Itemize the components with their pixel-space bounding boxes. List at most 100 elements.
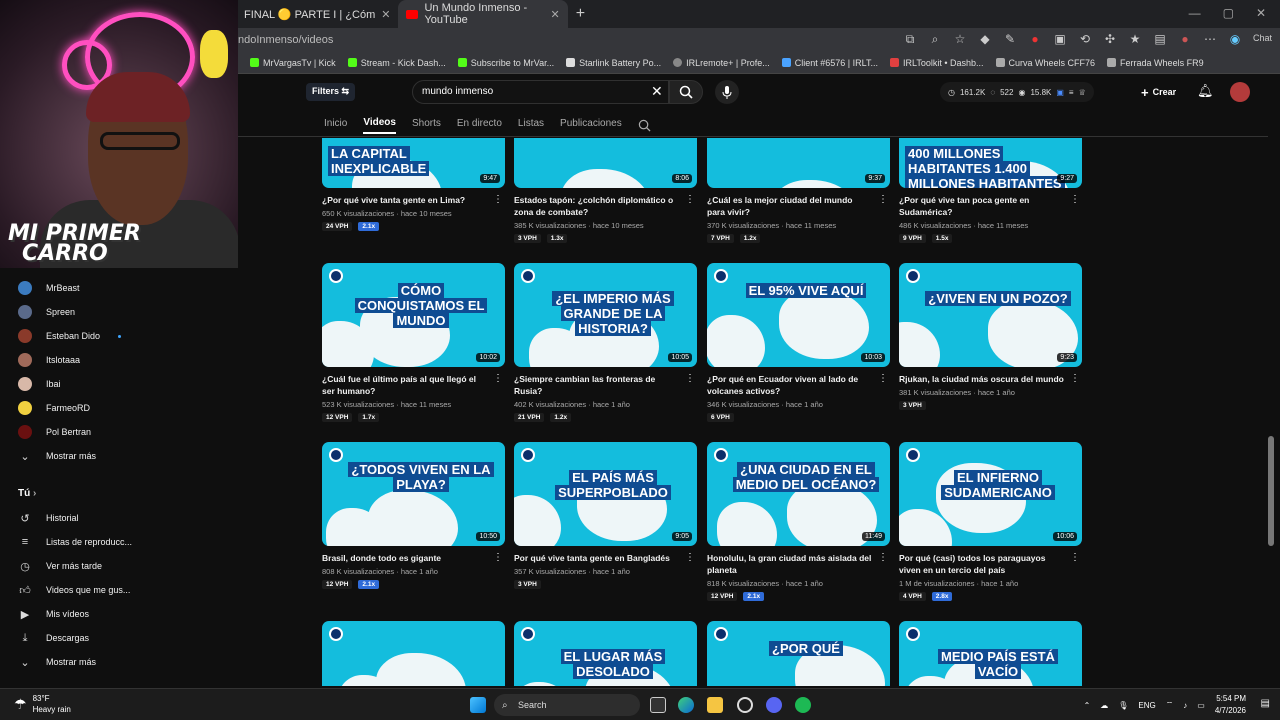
clock[interactable]: 5:54 PM 4/7/2026 <box>1215 693 1246 717</box>
video-thumbnail[interactable]: MEDIO PAÍS ESTÁ VACÍO <box>899 621 1082 686</box>
copilot-icon[interactable]: ◉ <box>1228 32 1242 47</box>
video-card[interactable]: ¿POR QUÉ <box>707 621 890 686</box>
video-card[interactable]: ¿TODOS VIVEN EN LA PLAYA? 10:50 Brasil, do… <box>322 442 505 589</box>
video-thumbnail[interactable]: LA CAPITAL INEXPLICABLE 9:47 <box>322 138 505 188</box>
video-card[interactable]: MEDIO PAÍS ESTÁ VACÍO <box>899 621 1082 686</box>
spotify-icon[interactable] <box>795 697 811 713</box>
more-options-icon[interactable]: ⋮ <box>1070 194 1080 205</box>
profile-avatar[interactable]: ● <box>1178 32 1192 47</box>
collections-icon[interactable]: ▤ <box>1153 32 1167 47</box>
app-icon[interactable] <box>737 697 753 713</box>
sidebar-item-subscription[interactable]: Esteban Dido <box>0 324 238 348</box>
browser-tab-1[interactable]: FINAL 🟡 PARTE I | ¿Cóm ✕ <box>236 0 398 28</box>
sidebar-item-subscription[interactable]: Pol Bertran <box>0 420 238 444</box>
notifications-bell-icon[interactable]: 🔔︎ <box>1197 83 1214 99</box>
tab-shorts[interactable]: Shorts <box>412 112 441 134</box>
show-more-subscriptions[interactable]: ⌄ Mostrar más <box>0 444 238 468</box>
filters-button[interactable]: Filters ⇆ <box>306 83 356 101</box>
sidebar-item-subscription[interactable]: Spreen <box>0 300 238 324</box>
favorites-icon[interactable]: ★ <box>1128 32 1142 47</box>
video-card[interactable]: 8:06 Estados tapón: ¿colchón diplomático … <box>514 138 697 243</box>
bookmark-item[interactable]: Ferrada Wheels FR9 <box>1107 58 1204 68</box>
tab-listas[interactable]: Listas <box>518 112 544 134</box>
video-title[interactable]: Rjukan, la ciudad más oscura del mundo <box>899 373 1064 385</box>
extension-icon[interactable]: ⟲ <box>1078 32 1092 47</box>
video-title[interactable]: ¿Cuál fue el último país al que llegó el… <box>322 373 487 397</box>
video-card[interactable]: LA CAPITAL INEXPLICABLE 9:47 ¿Por qué vive… <box>322 138 505 231</box>
page-scrollbar[interactable] <box>1268 136 1274 688</box>
video-thumbnail[interactable]: 9:37 <box>707 138 890 188</box>
clear-search-icon[interactable]: ✕ <box>651 83 663 100</box>
sidebar-item-you[interactable]: ↺ Historial <box>0 506 238 530</box>
close-icon[interactable]: ✕ <box>550 8 559 21</box>
video-thumbnail[interactable]: 400 MILLONES HABITANTES 1.400 MILLONES H… <box>899 138 1082 188</box>
video-card[interactable]: ¿UNA CIUDAD EN EL MEDIO DEL OCÉANO? 11:49… <box>707 442 890 601</box>
video-card[interactable]: EL PAÍS MÁS SUPERPOBLADO 9:05 Por qué vive… <box>514 442 697 589</box>
more-options-icon[interactable]: ⋮ <box>1070 373 1080 384</box>
more-options-icon[interactable]: ⋮ <box>685 373 695 384</box>
more-options-icon[interactable]: ⋮ <box>493 373 503 384</box>
sidebar-item-you[interactable]: ⤓ Descargas <box>0 626 238 650</box>
video-card[interactable]: EL LUGAR MÁS DESOLADO <box>514 621 697 686</box>
extensions-puzzle-icon[interactable]: ✣ <box>1103 32 1117 47</box>
video-thumbnail[interactable]: ¿VIVEN EN UN POZO? 9:23 <box>899 263 1082 367</box>
more-options-icon[interactable]: ⋮ <box>878 552 888 563</box>
close-window-icon[interactable]: ✕ <box>1256 6 1266 20</box>
video-thumbnail[interactable]: EL LUGAR MÁS DESOLADO <box>514 621 697 686</box>
video-card[interactable] <box>322 621 505 686</box>
video-title[interactable]: Brasil, donde todo es gigante <box>322 552 487 564</box>
search-button[interactable] <box>669 80 703 104</box>
video-title[interactable]: Por qué (casi) todos los paraguayos vive… <box>899 552 1064 576</box>
video-card[interactable]: 400 MILLONES HABITANTES 1.400 MILLONES H… <box>899 138 1082 243</box>
bookmark-item[interactable]: Subscribe to MrVar... <box>457 58 554 68</box>
onedrive-icon[interactable]: ☁ <box>1100 701 1108 710</box>
search-input[interactable]: mundo inmenso <box>412 80 669 104</box>
video-thumbnail[interactable]: CÓMO CONQUISTAMOS EL MUNDO 10:02 <box>322 263 505 367</box>
video-title[interactable]: Estados tapón: ¿colchón diplomático o zo… <box>514 194 679 218</box>
extension-icon[interactable]: ▣ <box>1053 32 1067 47</box>
tab-publicaciones[interactable]: Publicaciones <box>560 112 622 134</box>
minimize-icon[interactable]: — <box>1189 6 1201 20</box>
video-thumbnail[interactable]: ¿EL IMPERIO MÁS GRANDE DE LA HISTORIA? 10… <box>514 263 697 367</box>
bookmark-item[interactable]: IRLremote+ | Profe... <box>673 58 770 68</box>
video-thumbnail[interactable]: 8:06 <box>514 138 697 188</box>
video-thumbnail[interactable]: ¿TODOS VIVEN EN LA PLAYA? 10:50 <box>322 442 505 546</box>
video-thumbnail[interactable]: EL 95% VIVE AQUÍ 10:03 <box>707 263 890 367</box>
url-field[interactable]: ndoInmenso/videos <box>238 34 938 46</box>
wifi-icon[interactable]: ⌔ <box>1166 700 1174 710</box>
more-options-icon[interactable]: ⋮ <box>878 373 888 384</box>
notification-icon[interactable]: ▤ <box>1261 698 1270 709</box>
task-view-icon[interactable] <box>650 697 666 713</box>
extension-icon[interactable]: ✎ <box>1003 32 1017 47</box>
account-avatar[interactable] <box>1230 82 1250 102</box>
sidebar-item-you[interactable]: ≡ Listas de reproducc... <box>0 530 238 554</box>
sidebar-item-subscription[interactable]: MrBeast <box>0 276 238 300</box>
video-title[interactable]: ¿Por qué vive tanta gente en Lima? <box>322 194 487 206</box>
video-title[interactable]: ¿Por qué vive tan poca gente en Sudaméri… <box>899 194 1064 218</box>
start-windows-icon[interactable] <box>470 697 486 713</box>
bookmark-item[interactable]: Client #6576 | IRLT... <box>781 58 878 68</box>
sidebar-item-you[interactable]: ⌄ Mostrar más <box>0 650 238 674</box>
more-options-icon[interactable]: ⋮ <box>685 552 695 563</box>
chat-label[interactable]: Chat <box>1253 32 1272 47</box>
tab-videos[interactable]: Videos <box>363 112 396 134</box>
extension-icon[interactable]: ● <box>1028 32 1042 47</box>
menu-dots-icon[interactable]: ⋯ <box>1203 32 1217 47</box>
file-explorer-icon[interactable] <box>707 697 723 713</box>
video-thumbnail[interactable]: EL PAÍS MÁS SUPERPOBLADO 9:05 <box>514 442 697 546</box>
language-indicator[interactable]: ENG <box>1138 701 1155 710</box>
voice-search-button[interactable] <box>715 80 739 104</box>
taskbar-search[interactable]: ⌕ Search <box>494 694 640 716</box>
install-app-icon[interactable]: ⧉ <box>903 32 917 47</box>
video-thumbnail[interactable] <box>322 621 505 686</box>
video-title[interactable]: ¿Cuál es la mejor ciudad del mundo para … <box>707 194 872 218</box>
video-thumbnail[interactable]: EL INFIERNO SUDAMERICANO 10:06 <box>899 442 1082 546</box>
vidiq-stats[interactable]: ◷ 161.2K ◌ 522 ◉ 15.8K ▣ ≡ ♕ <box>940 82 1094 102</box>
sidebar-item-subscription[interactable]: FarmeoRD <box>0 396 238 420</box>
volume-icon[interactable]: ♪ <box>1183 701 1187 710</box>
bookmark-item[interactable]: IRLToolkit • Dashb... <box>889 58 984 68</box>
video-card[interactable]: ¿VIVEN EN UN POZO? 9:23 Rjukan, la ciudad … <box>899 263 1082 410</box>
sidebar-item-subscription[interactable]: Ibai <box>0 372 238 396</box>
create-button[interactable]: + Crear <box>1141 82 1176 102</box>
more-options-icon[interactable]: ⋮ <box>878 194 888 205</box>
